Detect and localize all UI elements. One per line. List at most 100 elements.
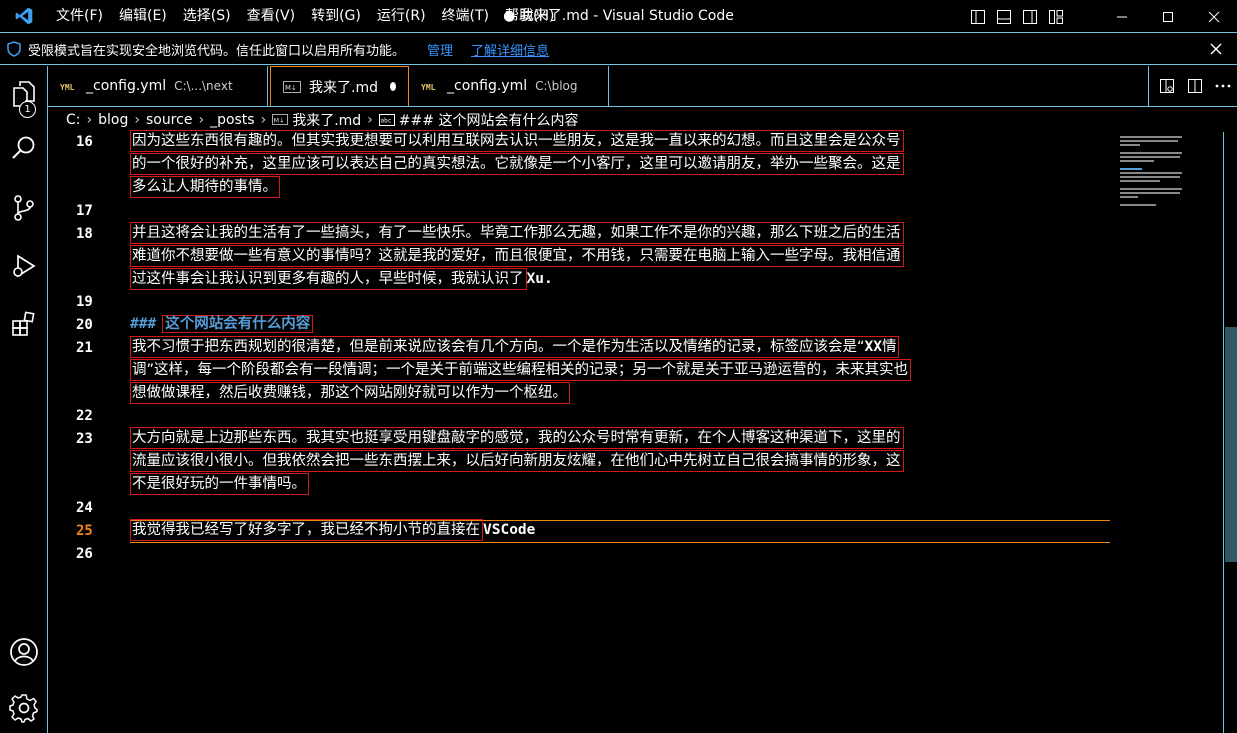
breadcrumb-item[interactable]: blog: [98, 112, 128, 128]
open-preview-icon[interactable]: [1153, 72, 1181, 100]
code-line-16: 因为这些东西很有趣的。但其实我更想要可以利用互联网去认识一些朋友，这是我一直以来…: [130, 130, 904, 199]
more-actions-icon[interactable]: [1209, 72, 1237, 100]
tab-label: 我来了.md: [309, 79, 378, 96]
menu-edit[interactable]: 编辑(E): [111, 0, 175, 33]
svg-text:YML: YML: [421, 83, 436, 91]
banner-message: 受限模式旨在实现安全地浏览代码。信任此窗口以启用所有功能。: [28, 43, 406, 59]
text-latin: XX: [864, 339, 882, 355]
chevron-right-icon: ›: [367, 111, 373, 128]
editor-area[interactable]: 16 17 18 19 20 21 22 23 24 25 26 因为这些东西很…: [48, 130, 1237, 733]
chevron-right-icon: ›: [260, 111, 267, 128]
minimap[interactable]: [1120, 132, 1190, 212]
toggle-panel-icon[interactable]: [991, 0, 1017, 33]
customize-layout-icon[interactable]: [1043, 0, 1069, 33]
tab-config-next[interactable]: YML _config.yml C:\...\next: [48, 66, 268, 106]
scrollbar-thumb[interactable]: [1225, 327, 1237, 562]
menu-terminal[interactable]: 终端(T): [434, 0, 497, 33]
title-bar: 文件(F) 编辑(E) 选择(S) 查看(V) 转到(G) 运行(R) 终端(T…: [0, 0, 1237, 33]
heading-marker: ###: [130, 316, 157, 332]
menu-run[interactable]: 运行(R): [369, 0, 434, 33]
code-line-18: 并且这将会让我的生活有了一些搞头，有了一些快乐。毕竟工作那么无趣，如果工作不是你…: [130, 222, 904, 291]
run-and-debug-icon[interactable]: [0, 242, 48, 290]
source-control-icon[interactable]: [0, 184, 48, 232]
breadcrumb-item[interactable]: C:: [66, 112, 81, 128]
yaml-file-icon: YML: [60, 81, 78, 91]
menu-bar: 文件(F) 编辑(E) 选择(S) 查看(V) 转到(G) 运行(R) 终端(T…: [48, 0, 562, 33]
symbol-string-icon: abc: [378, 113, 395, 126]
breadcrumb-item[interactable]: ### 这个网站会有什么内容: [399, 110, 579, 130]
shield-icon: [0, 41, 28, 57]
text-latin: Xu.: [526, 271, 553, 287]
menu-go[interactable]: 转到(G): [303, 0, 369, 33]
text-part: 我不习惯于把东西规划的很清楚，但是前来说应该会有几个方向。一个是作为生活以及情绪…: [132, 339, 865, 355]
accounts-icon[interactable]: [0, 628, 48, 676]
tab-description: C:\...\next: [174, 79, 233, 93]
menu-selection[interactable]: 选择(S): [175, 0, 239, 33]
chevron-right-icon: ›: [134, 111, 140, 128]
text-segment: 并且这将会让我的生活有了一些搞头，有了一些快乐。毕竟工作那么无趣，如果工作不是你…: [130, 222, 904, 244]
manage-link[interactable]: 管理: [427, 40, 453, 59]
explorer-icon[interactable]: 1: [0, 70, 48, 118]
code-line-25: 我觉得我已经写了好多字了，我已经不拘小节的直接在 VSCode: [130, 519, 535, 542]
unsaved-dot-icon[interactable]: [389, 82, 396, 91]
markdown-file-icon: M↓: [283, 80, 301, 93]
close-window-icon[interactable]: [1191, 0, 1237, 33]
tab-wolaile-md[interactable]: M↓ 我来了.md: [270, 66, 409, 106]
menu-file[interactable]: 文件(F): [48, 0, 111, 33]
tab-config-blog[interactable]: YML _config.yml C:\blog: [409, 66, 609, 106]
split-editor-icon[interactable]: [1181, 72, 1209, 100]
line-number: 22: [76, 408, 93, 424]
code-line-20: ### 这个网站会有什么内容: [130, 313, 314, 336]
text-segment: 想做做课程，然后收费赚钱，那这个网站刚好就可以作为一个枢纽。: [130, 382, 570, 404]
text-segment: 过这件事会让我认识到更多有趣的人，早些时候，我就认识了: [130, 268, 527, 290]
tab-label: _config.yml: [86, 78, 167, 94]
markdown-file-icon: M↓: [272, 114, 289, 125]
search-icon[interactable]: [0, 124, 48, 172]
close-banner-icon[interactable]: [1207, 40, 1225, 58]
vertical-scrollbar[interactable]: [1223, 132, 1237, 733]
text-segment: 因为这些东西很有趣的。但其实我更想要可以利用互联网去认识一些朋友，这是我一直以来…: [130, 130, 904, 152]
chevron-right-icon: ›: [86, 111, 93, 128]
text-segment: 我觉得我已经写了好多字了，我已经不拘小节的直接在: [130, 519, 483, 541]
text-segment: 流量应该很小很小。但我依然会把一些东西摆上来，以后好向新朋友炫耀，在他们心中先树…: [130, 450, 904, 472]
breadcrumb: C: › blog › source › _posts › M↓ 我来了.md …: [48, 106, 1237, 132]
learn-more-link[interactable]: 了解详细信息: [471, 40, 549, 59]
text-segment: 大方向就是上边那些东西。我其实也挺享受用键盘敲字的感觉，我的公众号时常有更新，在…: [130, 427, 904, 449]
settings-gear-icon[interactable]: [0, 684, 48, 732]
text-segment: 的一个很好的补充，这里应该可以表达自己的真实想法。它就像是一个小客厅，这里可以邀…: [130, 153, 904, 175]
chevron-right-icon: ›: [198, 111, 205, 128]
breadcrumb-item[interactable]: source: [146, 112, 193, 128]
vscode-logo-icon: [0, 0, 48, 33]
extensions-icon[interactable]: [0, 300, 48, 348]
text-latin: VSCode: [483, 522, 536, 538]
code-line-21: 我不习惯于把东西规划的很清楚，但是前来说应该会有几个方向。一个是作为生活以及情绪…: [130, 336, 912, 405]
text-segment: 多么让人期待的事情。: [130, 176, 280, 198]
line-number: 26: [76, 546, 93, 562]
minimize-icon[interactable]: [1099, 0, 1145, 33]
menu-view[interactable]: 查看(V): [239, 0, 304, 33]
breadcrumb-item[interactable]: _posts: [210, 112, 255, 128]
svg-text:M↓: M↓: [285, 84, 297, 92]
toggle-primary-sidebar-icon[interactable]: [965, 0, 991, 33]
explorer-badge: 1: [19, 101, 36, 118]
editor-actions: [1148, 66, 1237, 106]
text-segment: 我不习惯于把东西规划的很清楚，但是前来说应该会有几个方向。一个是作为生活以及情绪…: [130, 336, 900, 358]
activity-bar: 1: [0, 66, 48, 733]
maximize-icon[interactable]: [1145, 0, 1191, 33]
svg-text:YML: YML: [60, 83, 75, 91]
text-segment: 难道你不想要做一些有意义的事情吗？这就是我的爱好，而且很便宜，不用钱，只需要在电…: [130, 245, 904, 267]
text-segment: 调”这样，每一个阶段都会有一段情调；一个是关于前端这些编程相关的记录；另一个就是…: [130, 359, 912, 381]
restricted-mode-banner: 受限模式旨在实现安全地浏览代码。信任此窗口以启用所有功能。 管理 了解详细信息: [0, 34, 1237, 65]
toggle-secondary-sidebar-icon[interactable]: [1017, 0, 1043, 33]
breadcrumb-item[interactable]: 我来了.md: [292, 110, 361, 130]
line-number: 24: [76, 500, 93, 516]
editor-tabs: YML _config.yml C:\...\next M↓ 我来了.md YM…: [48, 66, 1237, 106]
tab-label: _config.yml: [447, 78, 528, 94]
line-number: 19: [76, 294, 93, 310]
text-segment: 不是很好玩的一件事情吗。: [130, 473, 309, 495]
yaml-file-icon: YML: [421, 81, 439, 91]
heading-text: 这个网站会有什么内容: [162, 315, 314, 333]
svg-text:M↓: M↓: [274, 117, 285, 125]
window-title: ● 我来了.md - Visual Studio Code: [503, 8, 734, 24]
code-line-23: 大方向就是上边那些东西。我其实也挺享受用键盘敲字的感觉，我的公众号时常有更新，在…: [130, 427, 904, 496]
